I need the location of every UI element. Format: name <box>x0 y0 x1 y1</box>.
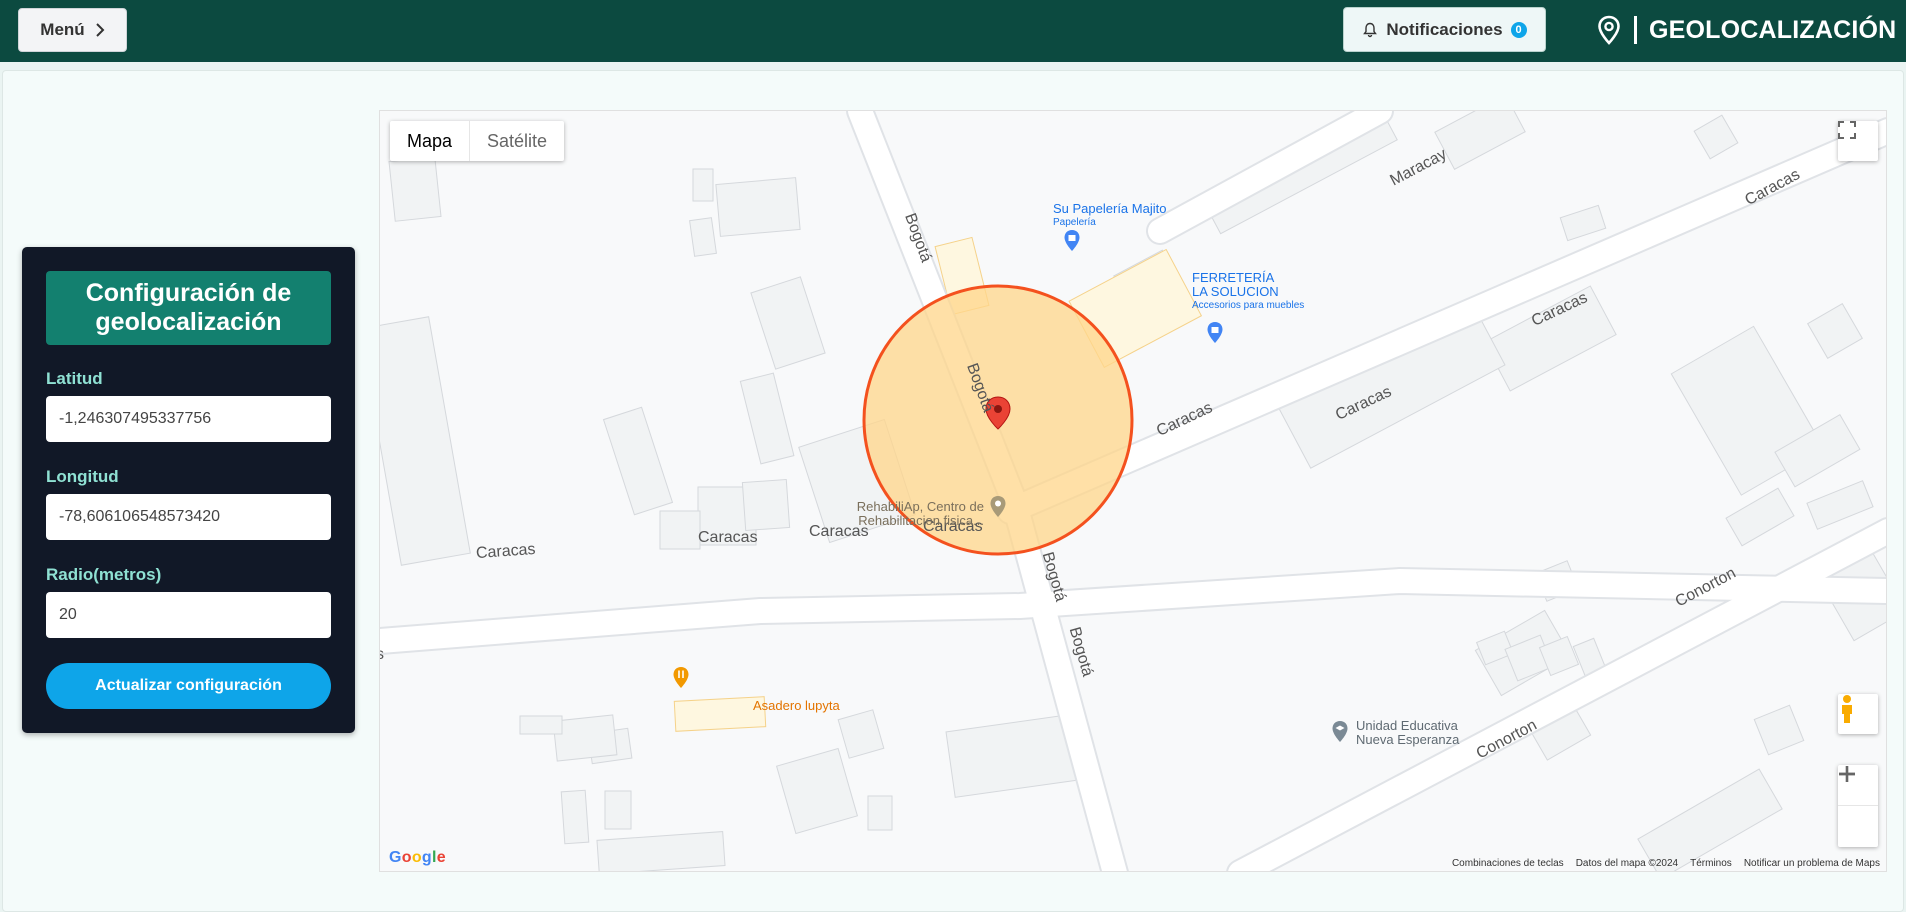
poi-ferreteria-type: Accesorios para muebles <box>1192 300 1305 311</box>
map-type-control: Mapa Satélite <box>390 121 565 161</box>
poi-ferreteria[interactable]: FERRETERÍA LA SOLUCION Accesorios para m… <box>1192 271 1304 313</box>
page-title: GEOLOCALIZACIÓN <box>1649 15 1897 44</box>
latitude-input[interactable] <box>46 396 331 442</box>
menu-label: Menú <box>40 20 85 39</box>
longitude-label: Longitud <box>46 467 119 486</box>
poi-rehabiliap[interactable]: RehabiliAp, Centro de Rehabilitacion fis… <box>857 500 984 528</box>
bell-icon <box>1363 22 1378 37</box>
fullscreen-button[interactable] <box>1838 121 1878 161</box>
brand: GEOLOCALIZACIÓN <box>1596 10 1896 50</box>
map-type-mapa[interactable]: Mapa <box>390 121 469 161</box>
street-label-caracas-cut: s <box>380 646 384 664</box>
place-pin-icon[interactable] <box>989 495 1007 519</box>
notifications-button[interactable]: Notificaciones 0 <box>1343 7 1546 52</box>
google-logo[interactable]: Google <box>389 849 446 867</box>
keyboard-shortcuts-link[interactable]: Combinaciones de teclas <box>1452 858 1564 869</box>
poi-ferreteria-name-1: FERRETERÍA <box>1192 270 1275 285</box>
radius-input[interactable] <box>46 592 331 638</box>
report-problem-link[interactable]: Notificar un problema de Maps <box>1744 858 1880 869</box>
chevron-right-icon <box>95 23 105 37</box>
config-title: Configuración de geolocalización <box>46 271 331 345</box>
street-label-caracas-7: Caracas <box>698 529 758 546</box>
shopping-bag-pin-icon[interactable] <box>1063 229 1081 253</box>
radius-label: Radio(metros) <box>46 565 162 584</box>
poi-asadero[interactable]: Asadero lupyta <box>753 699 840 713</box>
poi-ferreteria-name-2: LA SOLUCION <box>1192 284 1279 299</box>
minus-icon <box>1839 772 1855 776</box>
poi-papeleria-type: Papelería <box>1053 217 1096 228</box>
poi-rehabiliap-line-2: Rehabilitacion fisica... <box>858 513 984 528</box>
map-attribution: Combinaciones de teclas Datos del mapa ©… <box>1452 858 1880 869</box>
top-bar: Menú Notificaciones 0 GEOLOCALIZACIÓN <box>0 0 1906 62</box>
map-data-text: Datos del mapa ©2024 <box>1575 858 1679 869</box>
poi-papeleria-name: Su Papelería Majito <box>1053 201 1167 216</box>
update-config-button[interactable]: Actualizar configuración <box>46 663 331 709</box>
restaurant-pin-icon[interactable] <box>672 666 690 690</box>
geolocation-config-panel: Configuración de geolocalización Latitud… <box>22 247 355 733</box>
latitude-label: Latitud <box>46 369 103 388</box>
notifications-label: Notificaciones <box>1386 19 1503 39</box>
notifications-count-badge: 0 <box>1510 21 1527 38</box>
location-pin-icon <box>1598 15 1620 45</box>
longitude-input[interactable] <box>46 494 331 540</box>
poi-school-line-1: Unidad Educativa <box>1356 718 1458 733</box>
map-type-satelite[interactable]: Satélite <box>469 121 564 161</box>
zoom-out-button[interactable] <box>1838 772 1878 846</box>
pegman-icon <box>1842 695 1852 723</box>
poi-rehabiliap-line-1: RehabiliAp, Centro de <box>856 499 984 514</box>
shopping-bag-pin-icon[interactable] <box>1206 321 1224 345</box>
fullscreen-icon <box>1838 121 1856 139</box>
poi-papeleria[interactable]: Su Papelería Majito Papelería <box>1053 202 1166 230</box>
poi-school-line-2: Nueva Esperanza <box>1356 732 1460 747</box>
terms-link[interactable]: Términos <box>1690 858 1732 869</box>
zoom-control <box>1838 765 1878 847</box>
street-view-button[interactable] <box>1838 694 1878 734</box>
brand-separator <box>1634 16 1637 44</box>
poi-unidad-educativa[interactable]: Unidad Educativa Nueva Esperanza <box>1356 719 1459 747</box>
school-pin-icon[interactable] <box>1331 720 1349 744</box>
menu-button[interactable]: Menú <box>18 8 127 52</box>
map[interactable]: Maracay Caracas Caracas Caracas Caracas … <box>379 110 1887 872</box>
